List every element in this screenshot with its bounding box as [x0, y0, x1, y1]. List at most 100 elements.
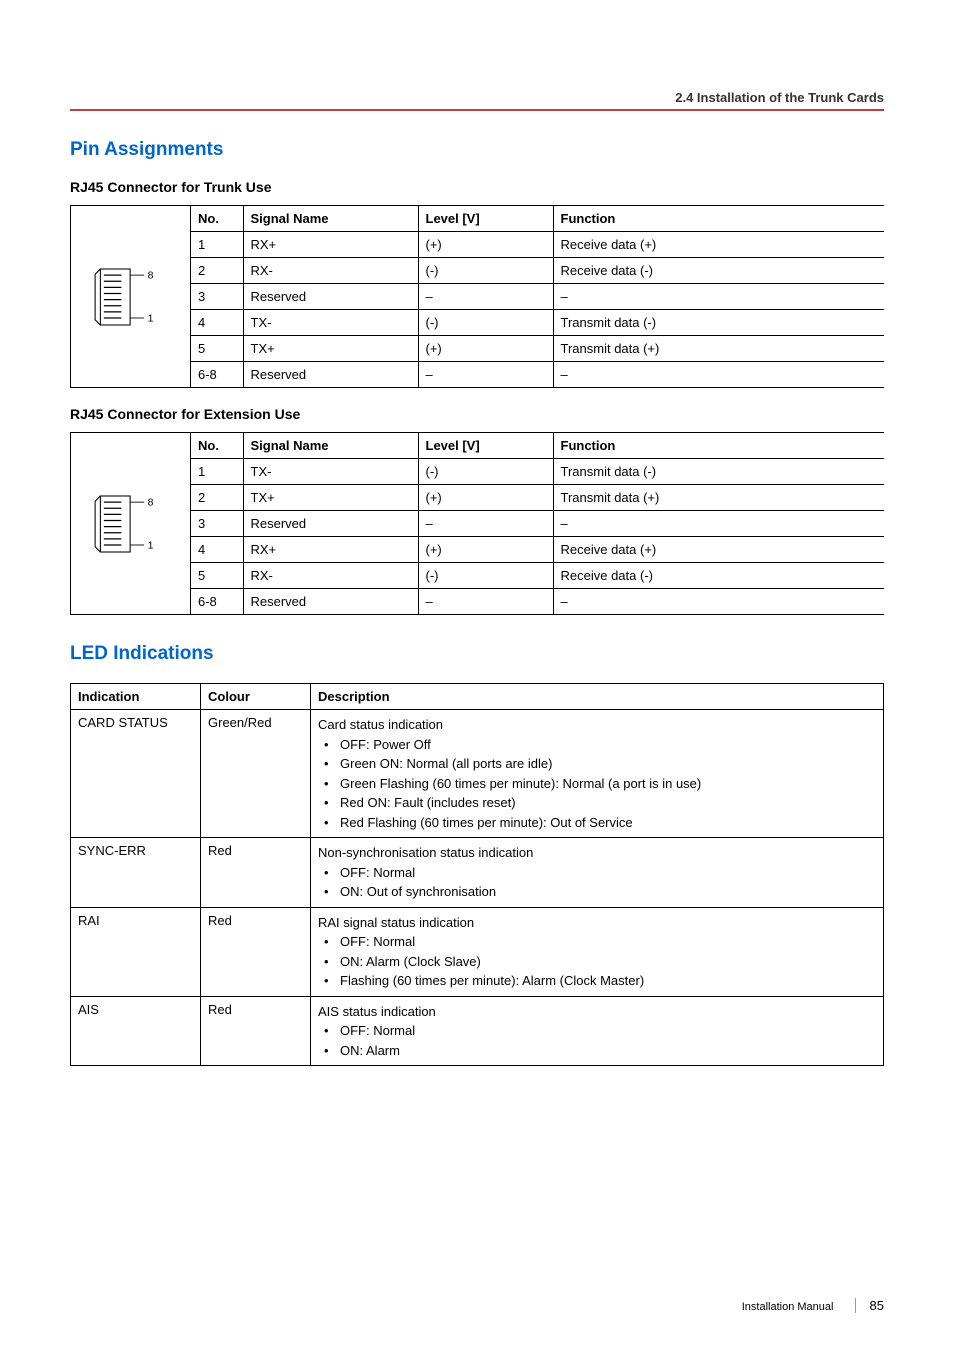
table-row: SYNC-ERRRedNon-synchronisation status in… — [71, 838, 884, 908]
trunk-pin-table: 8 1 No. Signal Name Level [V] Function 1… — [70, 205, 884, 388]
list-item: OFF: Normal — [318, 863, 876, 883]
col-level: Level [V] — [418, 433, 553, 459]
desc-list: OFF: NormalON: Alarm — [318, 1021, 876, 1060]
cell-func: Transmit data (+) — [553, 485, 884, 511]
cell-level: – — [418, 589, 553, 615]
table-row: CARD STATUSGreen/RedCard status indicati… — [71, 710, 884, 838]
cell-signal: Reserved — [243, 511, 418, 537]
col-description: Description — [311, 684, 884, 710]
cell-level: – — [418, 362, 553, 388]
table-row: 5RX-(-)Receive data (-) — [191, 563, 884, 589]
cell-no: 4 — [191, 310, 243, 336]
cell-func: Receive data (-) — [553, 563, 884, 589]
rj45-connector-icon: 8 1 — [91, 262, 171, 332]
col-function: Function — [553, 433, 884, 459]
cell-description: RAI signal status indicationOFF: NormalO… — [311, 907, 884, 996]
desc-lead: AIS status indication — [318, 1002, 876, 1022]
desc-list: OFF: NormalON: Out of synchronisation — [318, 863, 876, 902]
cell-no: 4 — [191, 537, 243, 563]
table-header-row: No. Signal Name Level [V] Function — [191, 433, 884, 459]
col-no: No. — [191, 206, 243, 232]
cell-func: – — [553, 284, 884, 310]
cell-level: (-) — [418, 459, 553, 485]
col-signal: Signal Name — [243, 433, 418, 459]
cell-level: (+) — [418, 232, 553, 258]
cell-no: 1 — [191, 459, 243, 485]
col-level: Level [V] — [418, 206, 553, 232]
list-item: Red Flashing (60 times per minute): Out … — [318, 813, 876, 833]
cell-signal: TX+ — [243, 485, 418, 511]
header-breadcrumb: 2.4 Installation of the Trunk Cards — [70, 90, 884, 105]
cell-func: Transmit data (+) — [553, 336, 884, 362]
cell-level: (+) — [418, 485, 553, 511]
cell-description: Card status indicationOFF: Power OffGree… — [311, 710, 884, 838]
led-indications-title: LED Indications — [70, 643, 884, 665]
table-row: 5TX+(+)Transmit data (+) — [191, 336, 884, 362]
table-row: 2RX-(-)Receive data (-) — [191, 258, 884, 284]
cell-no: 5 — [191, 563, 243, 589]
cell-no: 2 — [191, 485, 243, 511]
cell-func: – — [553, 589, 884, 615]
cell-signal: RX+ — [243, 232, 418, 258]
table-row: 3Reserved–– — [191, 511, 884, 537]
cell-colour: Green/Red — [201, 710, 311, 838]
table-row: RAIRedRAI signal status indicationOFF: N… — [71, 907, 884, 996]
page-number: 85 — [855, 1298, 884, 1313]
desc-lead: Card status indication — [318, 715, 876, 735]
col-no: No. — [191, 433, 243, 459]
table-row: 6-8Reserved–– — [191, 589, 884, 615]
cell-func: Receive data (+) — [553, 537, 884, 563]
table-header-row: Indication Colour Description — [71, 684, 884, 710]
table-row: 3Reserved–– — [191, 284, 884, 310]
cell-no: 5 — [191, 336, 243, 362]
manual-name: Installation Manual — [742, 1301, 834, 1313]
cell-level: (-) — [418, 258, 553, 284]
table-row: 2TX+(+)Transmit data (+) — [191, 485, 884, 511]
list-item: Red ON: Fault (includes reset) — [318, 793, 876, 813]
desc-lead: Non-synchronisation status indication — [318, 843, 876, 863]
list-item: ON: Out of synchronisation — [318, 882, 876, 902]
desc-lead: RAI signal status indication — [318, 913, 876, 933]
cell-level: – — [418, 511, 553, 537]
cell-signal: RX- — [243, 563, 418, 589]
cell-no: 6-8 — [191, 589, 243, 615]
col-indication: Indication — [71, 684, 201, 710]
rj45-diagram-ext: 8 1 — [71, 433, 191, 614]
list-item: ON: Alarm — [318, 1041, 876, 1061]
col-signal: Signal Name — [243, 206, 418, 232]
pin-label-1: 1 — [147, 312, 153, 324]
cell-indication: CARD STATUS — [71, 710, 201, 838]
cell-signal: TX+ — [243, 336, 418, 362]
table-header-row: No. Signal Name Level [V] Function — [191, 206, 884, 232]
table-row: AISRedAIS status indicationOFF: NormalON… — [71, 996, 884, 1066]
cell-no: 6-8 — [191, 362, 243, 388]
cell-signal: Reserved — [243, 589, 418, 615]
table-row: 1RX+(+)Receive data (+) — [191, 232, 884, 258]
cell-func: – — [553, 511, 884, 537]
list-item: OFF: Normal — [318, 1021, 876, 1041]
cell-level: – — [418, 284, 553, 310]
col-function: Function — [553, 206, 884, 232]
list-item: OFF: Normal — [318, 932, 876, 952]
list-item: Flashing (60 times per minute): Alarm (C… — [318, 971, 876, 991]
cell-func: Receive data (-) — [553, 258, 884, 284]
cell-level: (-) — [418, 563, 553, 589]
cell-signal: TX- — [243, 459, 418, 485]
cell-func: – — [553, 362, 884, 388]
col-colour: Colour — [201, 684, 311, 710]
cell-level: (+) — [418, 336, 553, 362]
ext-subtitle: RJ45 Connector for Extension Use — [70, 406, 884, 422]
table-row: 1TX-(-)Transmit data (-) — [191, 459, 884, 485]
cell-no: 1 — [191, 232, 243, 258]
rj45-diagram-trunk: 8 1 — [71, 206, 191, 387]
cell-no: 3 — [191, 511, 243, 537]
cell-indication: SYNC-ERR — [71, 838, 201, 908]
rj45-connector-icon: 8 1 — [91, 489, 171, 559]
cell-description: Non-synchronisation status indicationOFF… — [311, 838, 884, 908]
pin-label-8: 8 — [147, 269, 153, 281]
cell-no: 3 — [191, 284, 243, 310]
cell-func: Receive data (+) — [553, 232, 884, 258]
list-item: OFF: Power Off — [318, 735, 876, 755]
cell-colour: Red — [201, 996, 311, 1066]
desc-list: OFF: NormalON: Alarm (Clock Slave)Flashi… — [318, 932, 876, 991]
